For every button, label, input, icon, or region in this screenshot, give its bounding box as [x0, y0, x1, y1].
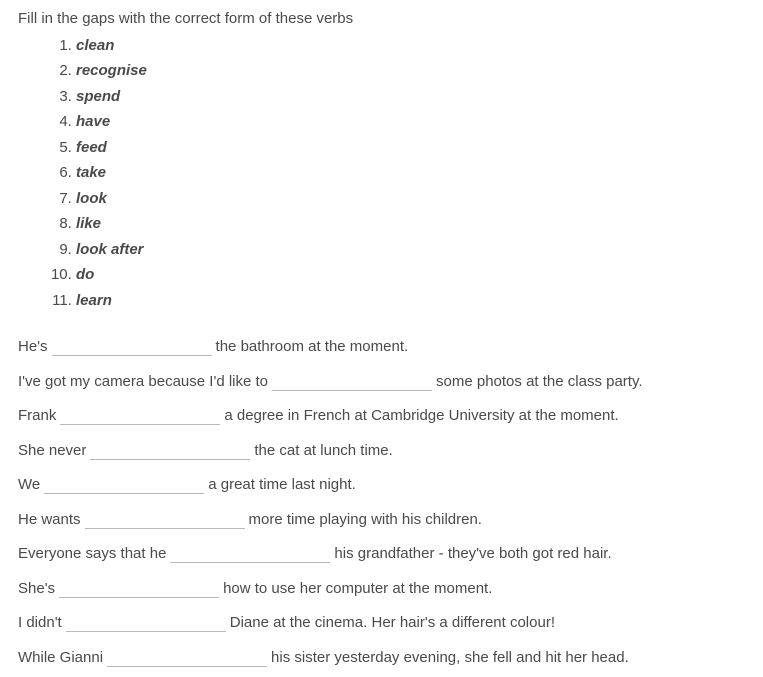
- gap-input[interactable]: [272, 373, 432, 391]
- sentence-before: He's: [18, 336, 48, 359]
- gap-input[interactable]: [85, 511, 245, 529]
- sentence-after: Diane at the cinema. Her hair's a differ…: [230, 612, 555, 635]
- gap-input[interactable]: [66, 614, 226, 632]
- verb-item: look after: [76, 239, 745, 262]
- sentence-after: his grandfather - they've both got red h…: [334, 543, 611, 566]
- gap-input[interactable]: [52, 338, 212, 356]
- sentence-after: more time playing with his children.: [249, 509, 482, 532]
- sentence-before: I didn't: [18, 612, 62, 635]
- sentence-row: She never the cat at lunch time.: [18, 440, 745, 463]
- sentence-after: a degree in French at Cambridge Universi…: [224, 405, 618, 428]
- sentences-container: He's the bathroom at the moment. I've got …: [18, 336, 745, 669]
- gap-input[interactable]: [107, 649, 267, 667]
- sentence-after: the cat at lunch time.: [254, 440, 392, 463]
- sentence-row: Frank a degree in French at Cambridge Uni…: [18, 405, 745, 428]
- sentence-after: the bathroom at the moment.: [216, 336, 409, 359]
- verb-text: like: [76, 215, 101, 232]
- gap-input[interactable]: [60, 407, 220, 425]
- sentence-before: Frank: [18, 405, 56, 428]
- sentence-before: She's: [18, 578, 55, 601]
- sentence-before: Everyone says that he: [18, 543, 166, 566]
- sentence-row: He's the bathroom at the moment.: [18, 336, 745, 359]
- instruction-text: Fill in the gaps with the correct form o…: [18, 8, 745, 31]
- verb-text: recognise: [76, 62, 147, 79]
- sentence-row: Everyone says that he his grandfather - t…: [18, 543, 745, 566]
- verb-text: take: [76, 164, 106, 181]
- verb-item: feed: [76, 137, 745, 160]
- verb-item: look: [76, 188, 745, 211]
- verb-item: take: [76, 162, 745, 185]
- sentence-row: She's how to use her computer at the mome…: [18, 578, 745, 601]
- verb-item: have: [76, 111, 745, 134]
- verb-text: clean: [76, 37, 114, 54]
- sentence-before: We: [18, 474, 40, 497]
- verb-text: do: [76, 266, 94, 283]
- verb-text: have: [76, 113, 110, 130]
- sentence-row: I've got my camera because I'd like to so…: [18, 371, 745, 394]
- sentence-before: While Gianni: [18, 647, 103, 670]
- verb-item: spend: [76, 86, 745, 109]
- sentence-row: While Gianni his sister yesterday evening…: [18, 647, 745, 670]
- verb-text: feed: [76, 139, 107, 156]
- sentence-before: He wants: [18, 509, 81, 532]
- verb-list: clean recognise spend have feed take look like l…: [18, 35, 745, 313]
- sentence-row: He wants more time playing with his child…: [18, 509, 745, 532]
- verb-item: like: [76, 213, 745, 236]
- sentence-after: some photos at the class party.: [436, 371, 643, 394]
- verb-item: clean: [76, 35, 745, 58]
- sentence-row: I didn't Diane at the cinema. Her hair's …: [18, 612, 745, 635]
- verb-item: do: [76, 264, 745, 287]
- sentence-row: We a great time last night.: [18, 474, 745, 497]
- sentence-after: how to use her computer at the moment.: [223, 578, 492, 601]
- sentence-after: his sister yesterday evening, she fell a…: [271, 647, 629, 670]
- gap-input[interactable]: [59, 580, 219, 598]
- sentence-before: I've got my camera because I'd like to: [18, 371, 268, 394]
- gap-input[interactable]: [44, 476, 204, 494]
- gap-input[interactable]: [90, 442, 250, 460]
- gap-input[interactable]: [170, 545, 330, 563]
- sentence-before: She never: [18, 440, 86, 463]
- verb-item: recognise: [76, 60, 745, 83]
- verb-text: spend: [76, 88, 120, 105]
- verb-text: look: [76, 190, 107, 207]
- sentence-after: a great time last night.: [208, 474, 356, 497]
- verb-text: look after: [76, 241, 144, 258]
- verb-text: learn: [76, 292, 112, 309]
- verb-item: learn: [76, 290, 745, 313]
